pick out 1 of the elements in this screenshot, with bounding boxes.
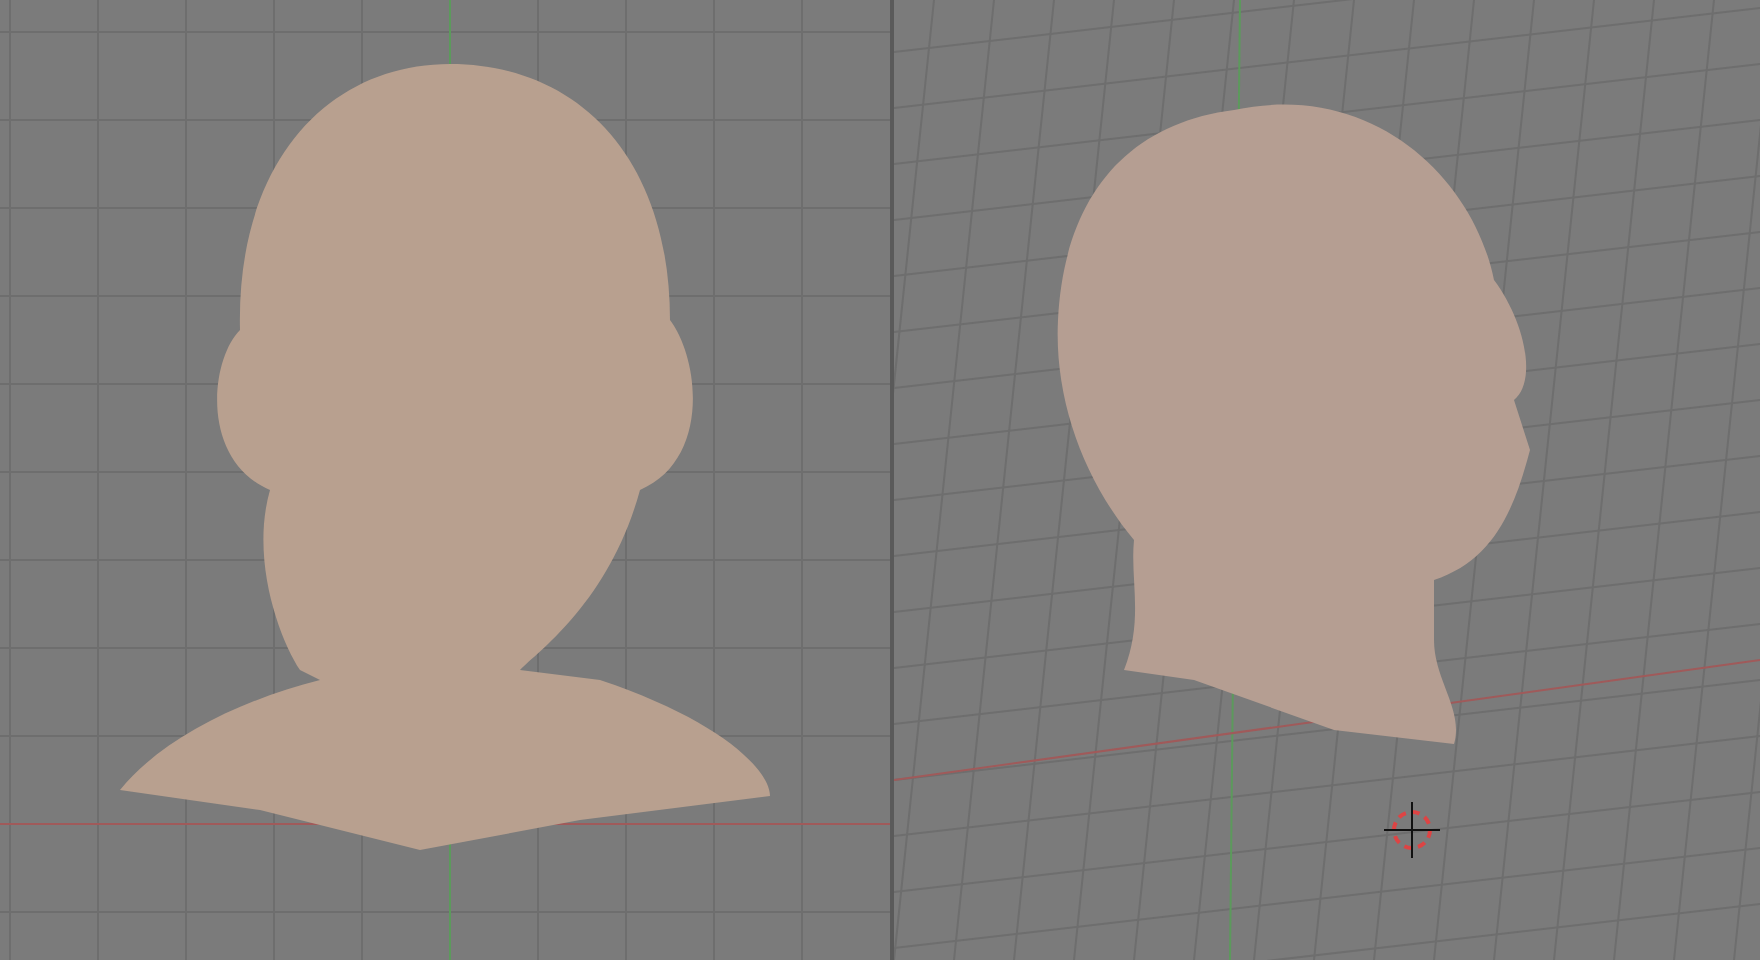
crosshair-icon [1383,801,1441,859]
